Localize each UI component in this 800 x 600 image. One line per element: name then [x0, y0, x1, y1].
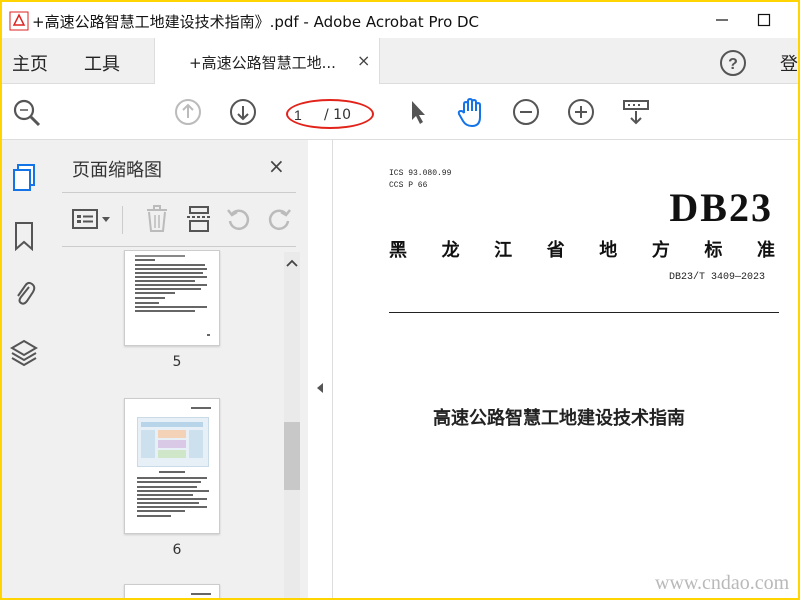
standard-type-char: 方 [651, 240, 670, 261]
maximize-icon [757, 13, 771, 27]
tab-home[interactable]: 主页 [12, 50, 48, 76]
collapse-panel-handle[interactable] [308, 140, 332, 598]
svg-text:?: ? [728, 56, 738, 73]
diagram-thumbnail [137, 417, 209, 467]
hand-tool-icon [457, 97, 481, 128]
page-thumbnails-icon [13, 164, 35, 191]
title-bar: +高速公路智慧工地建设技术指南》.pdf - Adobe Acrobat Pro… [2, 2, 798, 38]
standard-type-char: 江 [494, 240, 513, 261]
document-tab[interactable]: +高速公路智慧工地... × [154, 38, 380, 84]
thumbnail-list: 5 6 [46, 250, 308, 598]
menu-bar: 主页 工具 +高速公路智慧工地... × ? 登 [2, 38, 798, 84]
ccs-code: CCS P 66 [389, 181, 428, 190]
options-menu-icon [72, 209, 110, 229]
next-page-button[interactable] [227, 96, 259, 128]
panel-toolbar [62, 200, 302, 240]
standard-type-char: 黑 [389, 240, 407, 261]
previous-page-button[interactable] [172, 96, 204, 128]
hand-tool-button[interactable] [454, 94, 490, 130]
page-thumbnail-5[interactable] [124, 250, 220, 346]
layers-icon [10, 339, 38, 366]
thumbnails-panel: 页面缩略图 × 5 6 [46, 140, 308, 598]
standard-code: DB23 [669, 185, 773, 230]
page-thumbnail-6[interactable] [124, 398, 220, 534]
delete-page-button[interactable] [142, 204, 172, 234]
ics-code: ICS 93.080.99 [389, 169, 452, 178]
thumbnail-label: 6 [172, 542, 182, 558]
standard-type-char: 龙 [441, 240, 460, 261]
find-button[interactable] [10, 96, 44, 130]
scroll-thumb[interactable] [284, 422, 300, 490]
zoom-out-button[interactable] [510, 96, 542, 128]
standard-type-char: 准 [756, 240, 775, 261]
standard-number: DB23/T 3409—2023 [668, 272, 765, 283]
layers-button[interactable] [10, 336, 38, 368]
tab-tools[interactable]: 工具 [84, 50, 120, 76]
insert-page-icon [187, 206, 211, 232]
page-thumbnail-7[interactable] [124, 584, 220, 598]
collapse-left-icon [317, 383, 323, 393]
panel-close-button[interactable]: × [268, 154, 285, 178]
minimize-icon [716, 19, 728, 21]
document-tab-label: +高速公路智慧工地... [189, 54, 336, 72]
left-rail [2, 140, 47, 598]
minimize-button[interactable] [702, 6, 742, 34]
zoom-search-icon [13, 99, 41, 127]
zoom-out-icon [513, 99, 539, 125]
app-window: +高速公路智慧工地建设技术指南》.pdf - Adobe Acrobat Pro… [2, 2, 798, 598]
divider [62, 246, 296, 247]
page-thumbnails-button[interactable] [10, 162, 38, 194]
acrobat-app-icon [9, 11, 29, 31]
scroll-mode-icon [623, 100, 649, 125]
trash-icon [147, 205, 167, 232]
thumbnail-options-button[interactable] [70, 204, 114, 234]
bookmark-icon [15, 222, 33, 251]
scroll-mode-button[interactable] [619, 96, 653, 130]
divider [389, 312, 779, 313]
document-view[interactable]: ICS 93.080.99 CCS P 66 DB23 黑 龙 江 省 地 方 … [332, 140, 798, 598]
thumbnail-label: 5 [172, 354, 182, 370]
divider [62, 192, 296, 193]
sign-in-link[interactable]: 登 [780, 50, 798, 76]
paperclip-icon [17, 281, 36, 305]
help-icon[interactable]: ? [719, 49, 747, 77]
rotate-left-button[interactable] [224, 204, 254, 234]
standard-type-char: 地 [599, 240, 618, 261]
highlight-oval [286, 99, 374, 129]
standard-type-char: 标 [704, 240, 723, 261]
thumbnail-scrollbar[interactable] [284, 252, 300, 598]
zoom-in-button[interactable] [565, 96, 597, 128]
standard-type-char: 省 [546, 240, 565, 261]
select-arrow-icon [412, 101, 425, 124]
page-navigator: / 10 [286, 99, 374, 129]
window-title: +高速公路智慧工地建设技术指南》.pdf - Adobe Acrobat Pro… [32, 13, 480, 31]
select-tool-button[interactable] [402, 96, 434, 128]
page-down-icon [230, 99, 256, 125]
insert-page-button[interactable] [184, 204, 214, 234]
attachments-button[interactable] [10, 276, 38, 308]
zoom-in-icon [568, 99, 594, 125]
rotate-right-button[interactable] [264, 204, 294, 234]
rotate-right-icon [268, 209, 291, 230]
close-tab-button[interactable]: × [357, 51, 370, 70]
toolbar [2, 84, 798, 140]
bookmarks-button[interactable] [10, 220, 38, 252]
page-up-icon [175, 99, 201, 125]
panel-title: 页面缩略图 [72, 160, 162, 181]
watermark: www.cndao.com [655, 572, 790, 594]
scroll-up-icon[interactable] [286, 258, 298, 268]
standard-type: 黑 龙 江 省 地 方 标 准 [389, 236, 775, 262]
rotate-left-icon [227, 209, 250, 230]
maximize-button[interactable] [744, 6, 784, 34]
document-title: 高速公路智慧工地建设技术指南 [433, 408, 685, 429]
divider [122, 206, 123, 234]
